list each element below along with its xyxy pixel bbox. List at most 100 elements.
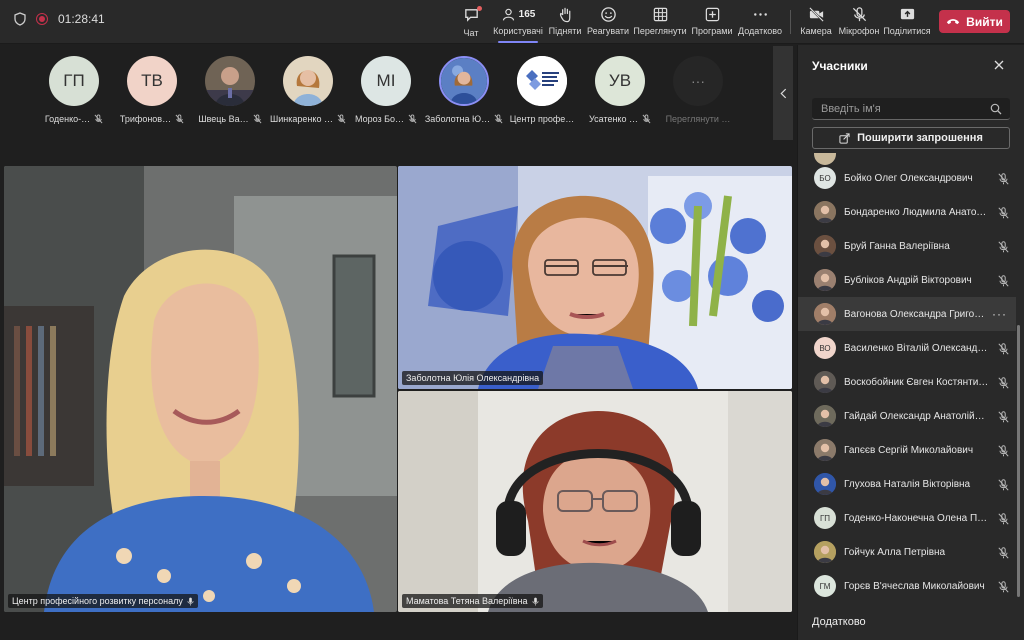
participant-name: Горєв В'ячеслав Миколайович xyxy=(844,580,985,592)
participant-name: Глухова Наталія Вікторівна xyxy=(844,478,971,490)
search-input[interactable] xyxy=(812,98,982,120)
participant-name: Гапєєв Сергій Миколайович xyxy=(844,444,974,456)
participant-name: Вагонова Олександра Григо… xyxy=(844,308,985,320)
video-tile-top-right[interactable]: Заболотна Юлія Олександрівна xyxy=(398,166,792,389)
participants-panel: Учасники Поширити запрошення БО Бойко Оле… xyxy=(797,45,1024,640)
strip-participant[interactable]: Центр профе… xyxy=(501,56,583,124)
video-feed xyxy=(4,166,397,612)
avatar-photo xyxy=(283,56,333,106)
more-button[interactable]: Додатково xyxy=(737,4,783,40)
avatar: ГМ xyxy=(814,575,836,597)
avatar-logo xyxy=(517,56,567,106)
mic-off-icon xyxy=(998,512,1009,525)
participant-name: Годенко-Наконечна Олена П… xyxy=(844,512,988,524)
meeting-status: 01:28:41 xyxy=(14,12,105,26)
avatar-photo xyxy=(814,405,836,427)
camera-button[interactable]: Камера xyxy=(799,4,833,40)
participant-row[interactable]: Вагонова Олександра Григо… ··· xyxy=(798,297,1016,331)
mic-icon xyxy=(532,597,538,605)
video-tile-main[interactable]: Центр професійного розвитку персоналу xyxy=(4,166,397,612)
participant-row[interactable]: Воскобойник Євген Костянти… xyxy=(798,365,1016,399)
mic-off-icon xyxy=(998,444,1009,457)
avatar-photo xyxy=(814,371,836,393)
participant-row[interactable]: Гайдай Олександр Анатолійо… xyxy=(798,399,1016,433)
participant-row[interactable]: ВО Василенко Віталій Олександр… xyxy=(798,331,1016,365)
plus-square-icon xyxy=(705,7,719,22)
participant-row[interactable]: Бруй Ганна Валеріївна xyxy=(798,229,1016,263)
recording-icon xyxy=(36,13,48,25)
more-options-icon[interactable]: ··· xyxy=(992,307,1007,321)
participant-row[interactable]: ГП Годенко-Наконечна Олена П… xyxy=(798,501,1016,535)
avatar-photo xyxy=(814,473,836,495)
mic-off-icon xyxy=(998,342,1009,355)
people-button[interactable]: 165 Користувачі xyxy=(492,4,544,43)
raise-hand-button[interactable]: Підняти xyxy=(548,4,582,40)
smile-icon xyxy=(600,7,616,22)
search-icon xyxy=(990,103,1002,115)
participant-row[interactable]: Бубліков Андрій Вікторович xyxy=(798,263,1016,297)
video-stage: Центр професійного розвитку персоналу За… xyxy=(0,146,796,640)
strip-participant-speaking[interactable]: Заболотна Ю… xyxy=(423,56,505,124)
share-screen-icon xyxy=(900,8,914,20)
mic-off-icon xyxy=(998,580,1009,593)
participant-row[interactable]: Гойчук Алла Петрівна xyxy=(798,535,1016,569)
apps-button[interactable]: Програми xyxy=(690,4,734,40)
video-tile-bottom-right[interactable]: Маматова Тетяна Валеріївна xyxy=(398,391,792,612)
grid-icon xyxy=(653,7,667,22)
participant-row[interactable]: Бондаренко Людмила Анатол… xyxy=(798,195,1016,229)
avatar: БО xyxy=(814,167,836,189)
mic-off-icon xyxy=(175,114,184,124)
participant-row[interactable]: Гапєєв Сергій Миколайович xyxy=(798,433,1016,467)
scrollbar[interactable] xyxy=(1017,325,1020,597)
mic-button[interactable]: Мікрофон xyxy=(838,4,880,40)
mic-off-icon xyxy=(94,114,103,124)
strip-participant[interactable]: МІ Мороз Бо… xyxy=(345,56,427,124)
strip-participant[interactable]: ТВ Трифонов… xyxy=(111,56,193,124)
react-button[interactable]: Реагувати xyxy=(587,4,629,40)
search-field[interactable] xyxy=(812,98,1010,120)
leave-button[interactable]: Вийти xyxy=(939,10,1010,33)
share-icon xyxy=(839,132,850,144)
strip-collapse-button[interactable] xyxy=(773,46,793,140)
strip-participant[interactable]: ГП Годенко-… xyxy=(33,56,115,124)
video-feed xyxy=(398,166,792,389)
chat-button[interactable]: Чат xyxy=(459,4,483,40)
participant-strip: ГП Годенко-… ТВ Трифонов… Швець Ва… Шинк… xyxy=(0,46,796,140)
view-all-participants[interactable]: ··· Переглянути … xyxy=(657,56,739,124)
participant-row[interactable]: ГМ Горєв В'ячеслав Миколайович xyxy=(798,569,1016,603)
strip-participant[interactable]: УВ Усатенко … xyxy=(579,56,661,124)
participant-name: Гойчук Алла Петрівна xyxy=(844,546,946,558)
video-name-label: Заболотна Юлія Олександрівна xyxy=(402,371,544,385)
avatar-photo xyxy=(814,541,836,563)
avatar-photo xyxy=(814,303,836,325)
video-feed xyxy=(398,391,792,612)
strip-participant[interactable]: Шинкаренко … xyxy=(267,56,349,124)
hang-up-icon xyxy=(947,19,960,25)
avatar-photo xyxy=(814,439,836,461)
mic-off-icon xyxy=(642,114,651,124)
mic-off-icon xyxy=(253,114,262,124)
participant-row[interactable]: Глухова Наталія Вікторівна xyxy=(798,467,1016,501)
strip-participant[interactable]: Швець Ва… xyxy=(189,56,271,124)
avatar-photo xyxy=(814,269,836,291)
more-dots-icon: ··· xyxy=(673,56,723,106)
meeting-toolbar: 01:28:41 Чат 165 Користувачі Підняти Реа… xyxy=(0,0,1024,44)
chat-icon xyxy=(463,4,482,28)
view-button[interactable]: Переглянути xyxy=(633,4,687,40)
share-button[interactable]: Поділитися xyxy=(883,4,931,40)
chevron-left-icon xyxy=(779,88,786,98)
participant-name: Воскобойник Євген Костянти… xyxy=(844,376,989,388)
participant-row[interactable]: БО Бойко Олег Олександрович xyxy=(798,161,1016,195)
avatar: ТВ xyxy=(127,56,177,106)
share-invite-button[interactable]: Поширити запрошення xyxy=(812,127,1010,149)
avatar: МІ xyxy=(361,56,411,106)
more-section-label[interactable]: Додатково xyxy=(812,616,866,628)
video-name-label: Центр професійного розвитку персоналу xyxy=(8,594,198,608)
video-name-label: Маматова Тетяна Валеріївна xyxy=(402,594,543,608)
close-icon[interactable] xyxy=(992,58,1006,72)
camera-off-icon xyxy=(808,7,824,22)
mic-off-icon xyxy=(408,114,417,124)
toolbar-divider xyxy=(790,10,791,34)
participant-name: Бубліков Андрій Вікторович xyxy=(844,274,972,286)
avatar-photo xyxy=(814,201,836,223)
